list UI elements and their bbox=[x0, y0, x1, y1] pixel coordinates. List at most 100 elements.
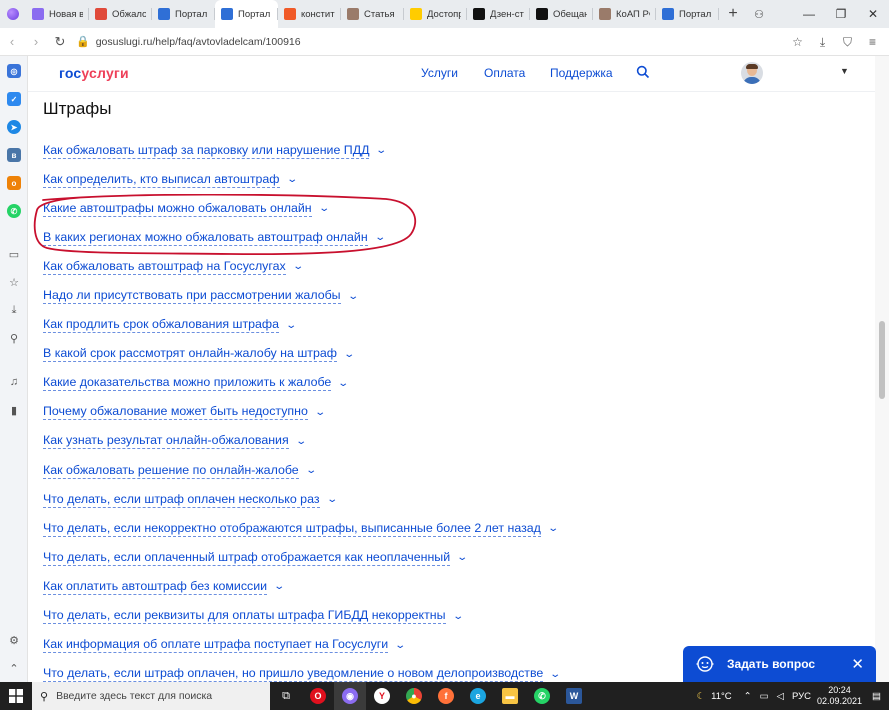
explorer-folder-icon[interactable]: ▬ bbox=[494, 682, 526, 710]
faq-question-link[interactable]: В какой срок рассмотрят онлайн-жалобу на… bbox=[43, 346, 337, 363]
browser-tab[interactable]: Обещан bbox=[530, 0, 593, 28]
faq-question-link[interactable]: Как узнать результат онлайн-обжалования bbox=[43, 433, 289, 450]
faq-question-link[interactable]: Что делать, если некорректно отображаютс… bbox=[43, 521, 541, 537]
weather-moon-icon[interactable]: ☾ bbox=[697, 691, 706, 702]
firefox-icon[interactable]: f bbox=[430, 682, 462, 710]
faq-question-link[interactable]: Как информация об оплате штрафа поступае… bbox=[43, 637, 389, 654]
task-view-icon[interactable]: ⧉ bbox=[270, 682, 302, 710]
reload-icon[interactable]: ↻ bbox=[48, 28, 72, 56]
chevron-down-icon[interactable]: ⌄ bbox=[273, 581, 285, 592]
opera-icon[interactable]: O bbox=[302, 682, 334, 710]
close-icon[interactable]: ✕ bbox=[851, 655, 864, 673]
reading-list-icon[interactable]: ▭ bbox=[6, 246, 22, 262]
gosuslugi-logo[interactable]: госуслуги bbox=[59, 65, 129, 81]
faq-question-link[interactable]: Какие доказательства можно приложить к ж… bbox=[43, 375, 332, 392]
whatsapp-icon[interactable]: ✆ bbox=[526, 682, 558, 710]
history-icon[interactable]: ⚲ bbox=[6, 330, 22, 346]
faq-question-link[interactable]: Как оплатить автоштраф без комиссии bbox=[43, 579, 268, 595]
volume-icon[interactable]: ◁ bbox=[777, 691, 784, 702]
settings-gear-icon[interactable]: ⚙ bbox=[6, 632, 22, 648]
faq-question-link[interactable]: Что делать, если оплаченный штраф отобра… bbox=[43, 550, 451, 566]
avatar[interactable] bbox=[741, 62, 763, 84]
favorites-icon[interactable]: ☆ bbox=[6, 274, 22, 290]
faq-question-link[interactable]: В каких регионах можно обжаловать автошт… bbox=[43, 230, 368, 246]
odnoklassniki-icon[interactable]: о bbox=[7, 176, 21, 190]
download-icon[interactable]: ⤓ bbox=[810, 28, 835, 56]
telegram-icon[interactable]: ➤ bbox=[7, 120, 21, 134]
chevron-down-icon[interactable]: ⌄ bbox=[286, 174, 298, 185]
search-icon[interactable] bbox=[636, 65, 650, 79]
tasks-icon[interactable]: ✓ bbox=[7, 92, 21, 106]
chevron-down-icon[interactable]: ⌄ bbox=[550, 669, 562, 680]
taskbar-search[interactable]: ⚲ Введите здесь текст для поиска bbox=[32, 682, 270, 710]
faq-question-link[interactable]: Надо ли присутствовать при рассмотрении … bbox=[43, 288, 341, 305]
clock[interactable]: 20:24 02.09.2021 bbox=[817, 685, 862, 707]
faq-question-link[interactable]: Что делать, если штраф оплачен, но пришл… bbox=[43, 666, 544, 682]
ask-question-widget[interactable]: Задать вопрос ✕ bbox=[683, 646, 876, 682]
messenger-icon[interactable]: ◎ bbox=[7, 64, 21, 78]
chevron-down-icon[interactable]: ⌄ bbox=[547, 523, 559, 534]
browser-tab[interactable]: Портал bbox=[656, 0, 719, 28]
forward-icon[interactable]: › bbox=[24, 28, 48, 56]
yandex-icon[interactable]: Y bbox=[366, 682, 398, 710]
chevron-down-icon[interactable]: ⌄ bbox=[374, 232, 386, 243]
faq-question-link[interactable]: Почему обжалование может быть недоступно bbox=[43, 404, 308, 421]
faq-question-link[interactable]: Что делать, если штраф оплачен несколько… bbox=[43, 492, 320, 508]
browser-tab[interactable]: Статья 1 bbox=[341, 0, 404, 28]
back-icon[interactable]: ‹ bbox=[0, 28, 24, 56]
network-icon[interactable]: ▭ bbox=[760, 691, 769, 702]
chevron-down-icon[interactable]: ⌄ bbox=[292, 261, 304, 272]
music-icon[interactable]: ♫ bbox=[6, 374, 22, 390]
chevron-down-icon[interactable]: ⌄ bbox=[285, 320, 297, 331]
page-scrollbar[interactable] bbox=[875, 56, 889, 682]
close-window-icon[interactable]: ✕ bbox=[857, 0, 889, 28]
browser-tab[interactable]: КоАП РФ bbox=[593, 0, 656, 28]
chevron-down-icon[interactable]: ⌄ bbox=[395, 640, 407, 651]
vk-icon[interactable]: в bbox=[7, 148, 21, 162]
url-field[interactable]: 🔒 gosuslugi.ru/help/faq/avtovladelcam/10… bbox=[76, 31, 756, 53]
faq-question-link[interactable]: Как определить, кто выписал автоштраф bbox=[43, 172, 280, 188]
chevron-down-icon[interactable]: ⌄ bbox=[347, 291, 359, 302]
chevron-down-icon[interactable]: ⌄ bbox=[338, 378, 350, 389]
chevron-down-icon[interactable]: ⌄ bbox=[452, 611, 464, 622]
edge-icon[interactable]: e bbox=[462, 682, 494, 710]
browser-tab[interactable]: Обжало bbox=[89, 0, 152, 28]
faq-question-link[interactable]: Что делать, если реквизиты для оплаты шт… bbox=[43, 608, 446, 625]
nav-support[interactable]: Поддержка bbox=[550, 66, 613, 80]
browser-tab[interactable]: Портал bbox=[152, 0, 215, 28]
whatsapp-icon[interactable]: ✆ bbox=[7, 204, 21, 218]
chevron-down-icon[interactable]: ⌄ bbox=[318, 203, 330, 214]
faq-question-link[interactable]: Как продлить срок обжалования штрафа bbox=[43, 317, 280, 334]
chevron-down-icon[interactable]: ⌄ bbox=[376, 145, 388, 156]
menu-icon[interactable]: ≡ bbox=[860, 28, 885, 56]
chevron-down-icon[interactable]: ⌄ bbox=[314, 407, 326, 418]
language-indicator[interactable]: РУС bbox=[792, 691, 811, 702]
chevron-down-icon[interactable]: ⌄ bbox=[326, 494, 338, 505]
shield-icon[interactable]: ⛉ bbox=[835, 28, 860, 56]
nav-services[interactable]: Услуги bbox=[421, 66, 458, 80]
chevron-down-icon[interactable]: ⌄ bbox=[295, 436, 307, 447]
chevron-down-icon[interactable]: ⌄ bbox=[456, 552, 468, 563]
tray-up-icon[interactable]: ⌃ bbox=[744, 691, 752, 702]
minimize-icon[interactable]: — bbox=[793, 0, 825, 28]
faq-question-link[interactable]: Какие автоштрафы можно обжаловать онлайн bbox=[43, 201, 312, 217]
browser-tab[interactable]: констит bbox=[278, 0, 341, 28]
browser-tab[interactable]: Дзен-стр bbox=[467, 0, 530, 28]
stats-icon[interactable]: ▮ bbox=[6, 402, 22, 418]
chrome-icon[interactable]: ● bbox=[398, 682, 430, 710]
faq-question-link[interactable]: Как обжаловать решение по онлайн-жалобе bbox=[43, 463, 299, 479]
word-icon[interactable]: W bbox=[558, 682, 590, 710]
faq-question-link[interactable]: Как обжаловать штраф за парковку или нар… bbox=[43, 143, 370, 159]
browser-tab[interactable]: Новая в bbox=[26, 0, 89, 28]
browser-tab[interactable]: Портал bbox=[215, 0, 278, 28]
browser-tab[interactable]: Достопр bbox=[404, 0, 467, 28]
nav-payment[interactable]: Оплата bbox=[484, 66, 525, 80]
notifications-icon[interactable]: ▤ bbox=[872, 691, 881, 702]
incognito-icon[interactable]: ⚇ bbox=[747, 0, 771, 28]
profile-dropdown-icon[interactable]: ▼ bbox=[840, 66, 849, 76]
bookmark-star-icon[interactable]: ☆ bbox=[785, 28, 810, 56]
restore-icon[interactable]: ❐ bbox=[825, 0, 857, 28]
windows-start-icon[interactable] bbox=[0, 682, 32, 710]
weather-temp[interactable]: 11°C bbox=[711, 691, 732, 702]
new-tab-icon[interactable]: + bbox=[719, 0, 747, 28]
